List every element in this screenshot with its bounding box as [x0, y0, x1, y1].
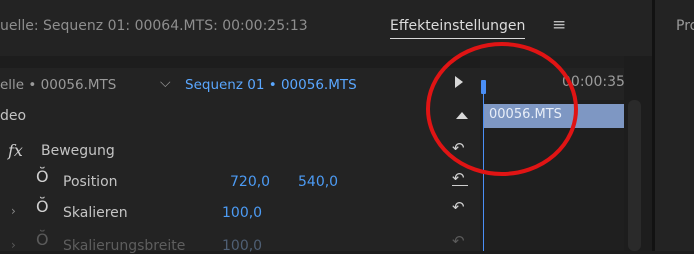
position-label: Position: [63, 174, 118, 190]
position-x-value[interactable]: 720,0: [230, 174, 270, 190]
motion-effect-label[interactable]: Bewegung: [41, 143, 115, 159]
sequence-clip-selector[interactable]: Sequenz 01 • 00056.MTS: [185, 77, 357, 93]
tab-effect-controls[interactable]: Effekteinstellungen: [390, 18, 526, 39]
panel-menu-icon[interactable]: ≡: [552, 15, 566, 35]
scale-width-value: 100,0: [222, 238, 263, 254]
position-y-value[interactable]: 540,0: [298, 174, 338, 190]
scale-label: Skalieren: [63, 205, 128, 221]
master-clip-label[interactable]: elle • 00056.MTS: [0, 77, 116, 93]
vertical-scrollbar[interactable]: [628, 100, 641, 251]
red-annotation-circle: [426, 42, 578, 176]
reset-icon[interactable]: ↶: [452, 198, 465, 216]
stopwatch-icon[interactable]: Ŏ: [36, 230, 49, 249]
tab-source[interactable]: uelle: Sequenz 01: 00064.MTS: 00:00:25:1…: [0, 18, 308, 34]
reset-icon: ↶: [452, 232, 465, 250]
chevron-right-icon[interactable]: ›: [11, 238, 16, 252]
chevron-right-icon[interactable]: ›: [11, 204, 16, 218]
red-annotation-ellipse: [426, 42, 578, 176]
scale-width-label: Skalierungsbreite: [63, 238, 186, 254]
chevron-down-icon[interactable]: ⌵: [160, 75, 171, 91]
tab-program[interactable]: Pro: [676, 18, 694, 34]
video-effects-header: deo: [0, 108, 27, 124]
reset-underline: [452, 185, 468, 186]
stopwatch-icon[interactable]: Ŏ: [36, 167, 49, 186]
scale-value[interactable]: 100,0: [222, 205, 262, 221]
stopwatch-icon[interactable]: Ŏ: [36, 197, 49, 216]
fx-toggle-icon[interactable]: fx: [8, 141, 23, 160]
right-panel: [655, 0, 694, 251]
